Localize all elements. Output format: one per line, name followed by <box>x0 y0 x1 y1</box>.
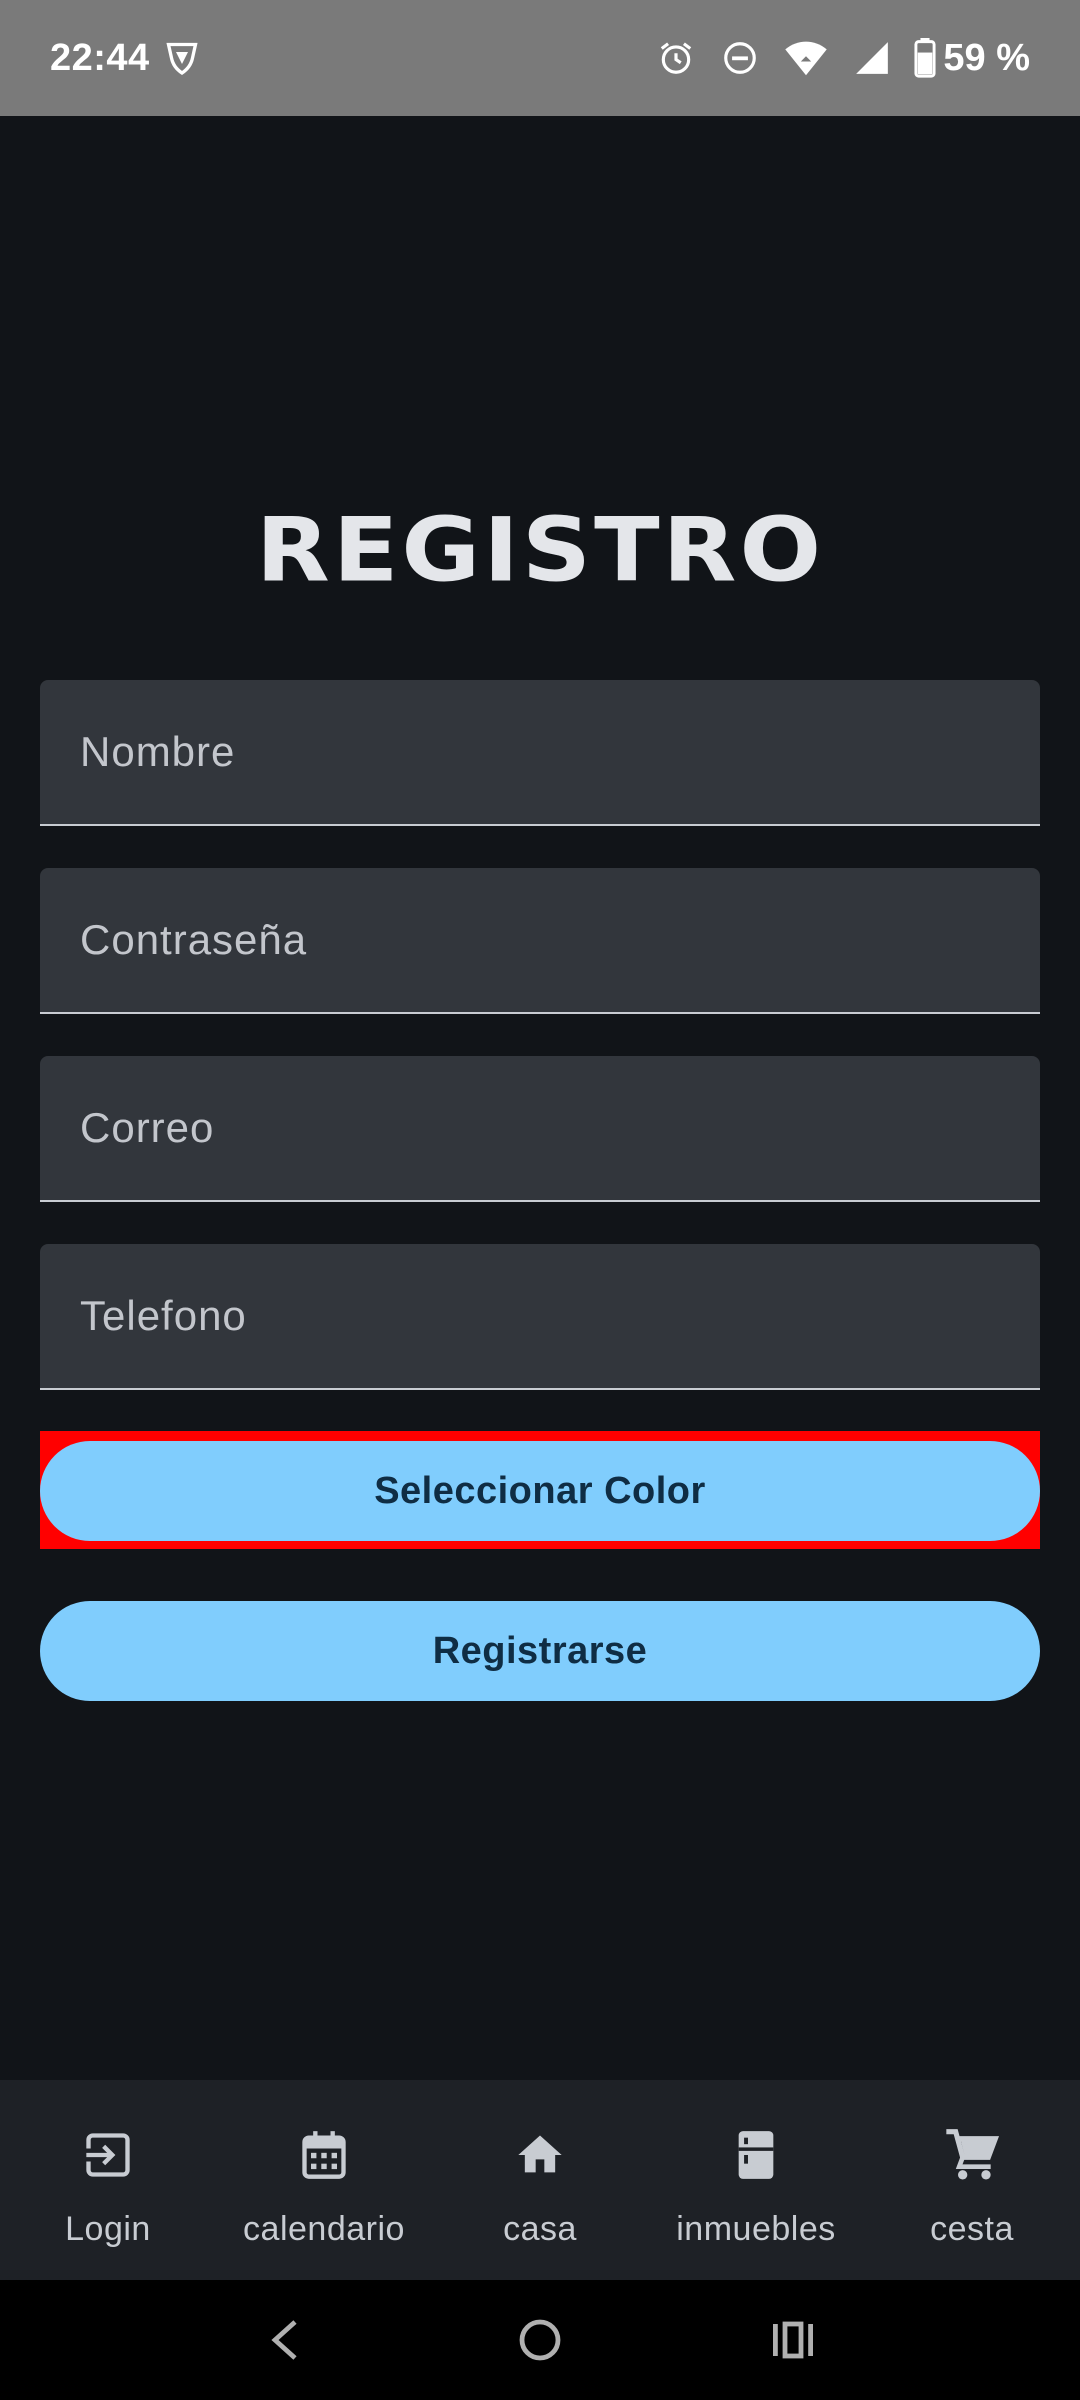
status-right: 59 % <box>631 37 1030 80</box>
select-color-button[interactable]: Seleccionar Color <box>40 1441 1040 1541</box>
nav-item-inmuebles[interactable]: inmuebles <box>648 2080 864 2280</box>
home-icon <box>518 2135 562 2173</box>
calendar-icon <box>302 2131 346 2179</box>
home-circle-icon <box>519 2319 561 2361</box>
nav-item-calendario[interactable]: calendario <box>216 2080 432 2280</box>
battery-icon <box>914 38 936 78</box>
bottom-navigation: Login calendario casa inmuebles cesta <box>0 2080 1080 2280</box>
phone-field[interactable] <box>40 1244 1040 1390</box>
email-input[interactable] <box>40 1056 1040 1200</box>
password-field[interactable] <box>40 868 1040 1014</box>
email-field[interactable] <box>40 1056 1040 1202</box>
page-title: REGISTRO <box>255 498 825 602</box>
fridge-icon <box>738 2131 774 2179</box>
alarm-icon <box>661 42 692 74</box>
recents-button[interactable] <box>743 2290 843 2390</box>
back-button[interactable] <box>237 2290 337 2390</box>
name-field[interactable] <box>40 680 1040 826</box>
vpn-shield-icon <box>166 42 198 75</box>
status-left: 22:44 <box>50 37 200 80</box>
phone-input[interactable] <box>40 1244 1040 1388</box>
home-button[interactable] <box>490 2290 590 2390</box>
nav-label-calendario: calendario <box>243 2210 405 2248</box>
name-input[interactable] <box>40 680 1040 824</box>
registration-screen: 22:44 59 % REGISTRO Nombre Correo Telefo… <box>0 0 1080 2400</box>
wifi-icon <box>785 41 828 76</box>
system-navigation-bar <box>0 2280 1080 2400</box>
nav-label-login: Login <box>65 2210 151 2248</box>
password-input[interactable] <box>40 868 1040 1012</box>
nav-item-casa[interactable]: casa <box>432 2080 648 2280</box>
register-button[interactable]: Registrarse <box>40 1601 1040 1701</box>
back-icon <box>271 2320 297 2360</box>
login-icon <box>82 2133 130 2177</box>
signal-icon <box>856 42 889 74</box>
nav-label-casa: casa <box>503 2210 577 2248</box>
cart-icon <box>946 2129 1000 2180</box>
battery-percentage: 59 % <box>943 36 1030 79</box>
recents-icon <box>773 2321 814 2359</box>
do-not-disturb-icon <box>724 42 757 74</box>
nav-item-cesta[interactable]: cesta <box>864 2080 1080 2280</box>
nav-item-login[interactable]: Login <box>0 2080 216 2280</box>
status-time: 22:44 <box>50 36 150 79</box>
status-bar: 22:44 59 % <box>0 0 1080 116</box>
nav-label-inmuebles: inmuebles <box>676 2210 836 2248</box>
nav-label-cesta: cesta <box>930 2210 1014 2248</box>
